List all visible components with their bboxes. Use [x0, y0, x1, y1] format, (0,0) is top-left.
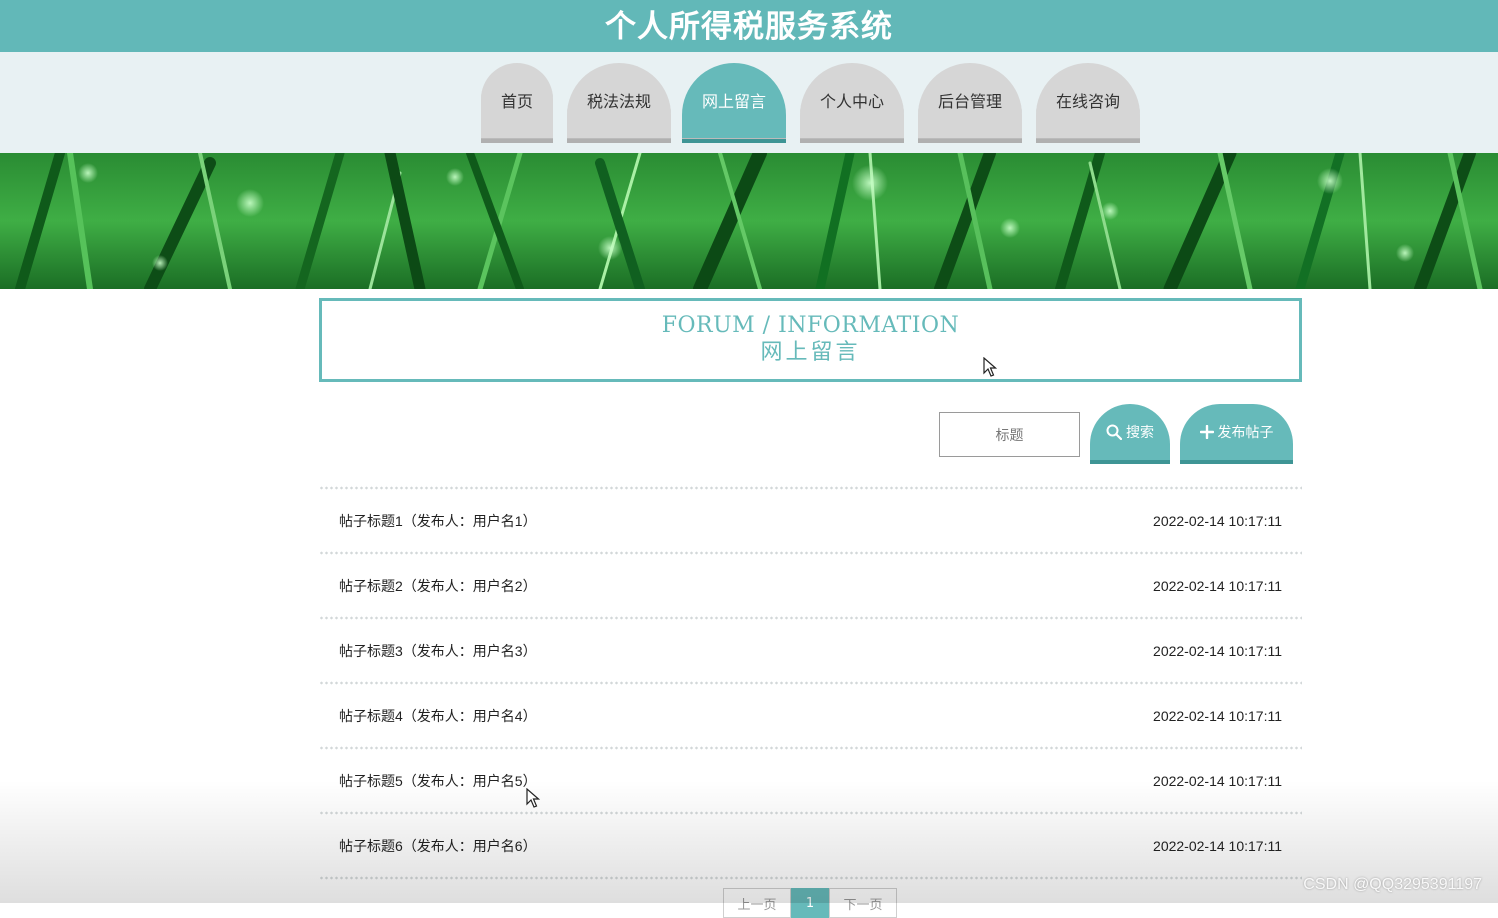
post-title: 帖子标题1（发布人：用户名1）: [339, 512, 537, 529]
post-title: 帖子标题6（发布人：用户名6）: [339, 837, 537, 854]
next-page-button[interactable]: 下一页: [829, 888, 897, 918]
list-item[interactable]: 帖子标题4（发布人：用户名4） 2022-02-14 10:17:11: [319, 685, 1302, 746]
site-title: 个人所得税服务系统: [605, 8, 893, 45]
dotted-divider: [319, 876, 1302, 880]
nav-item-label: 在线咨询: [1055, 92, 1120, 111]
list-item[interactable]: 帖子标题6（发布人：用户名6） 2022-02-14 10:17:11: [319, 815, 1302, 876]
nav-item-tax-law[interactable]: 税法法规: [567, 63, 671, 143]
main-nav: 首页 税法法规 网上留言 个人中心 后台管理 在线咨询: [0, 52, 1498, 153]
search-button-label: 搜索: [1126, 425, 1154, 441]
post-list: 帖子标题1（发布人：用户名1） 2022-02-14 10:17:11 帖子标题…: [319, 486, 1302, 880]
prev-page-button[interactable]: 上一页: [723, 888, 791, 918]
post-title: 帖子标题3（发布人：用户名3）: [339, 642, 537, 659]
nav-item-label: 后台管理: [937, 92, 1002, 111]
section-title-cn: 网上留言: [760, 340, 861, 365]
plus-icon: [1199, 425, 1214, 439]
nav-item-forum[interactable]: 网上留言: [682, 63, 786, 143]
section-title-box: FORUM / INFORMATION 网上留言: [319, 298, 1302, 382]
nav-item-consult[interactable]: 在线咨询: [1036, 63, 1140, 143]
publish-post-label: 发布帖子: [1217, 425, 1274, 441]
post-time: 2022-02-14 10:17:11: [1153, 642, 1282, 659]
page-number-button[interactable]: 1: [791, 888, 829, 918]
list-item[interactable]: 帖子标题1（发布人：用户名1） 2022-02-14 10:17:11: [319, 490, 1302, 551]
nav-item-label: 税法法规: [586, 92, 651, 111]
list-item[interactable]: 帖子标题2（发布人：用户名2） 2022-02-14 10:17:11: [319, 555, 1302, 616]
search-icon: [1106, 424, 1122, 440]
nav-item-label: 个人中心: [819, 92, 884, 111]
nav-item-label: 首页: [500, 92, 533, 111]
post-title: 帖子标题2（发布人：用户名2）: [339, 577, 537, 594]
search-button[interactable]: 搜索: [1090, 404, 1170, 464]
post-time: 2022-02-14 10:17:11: [1153, 837, 1282, 854]
post-time: 2022-02-14 10:17:11: [1153, 512, 1282, 529]
section-title-en: FORUM / INFORMATION: [661, 313, 960, 338]
post-time: 2022-02-14 10:17:11: [1153, 772, 1282, 789]
pagination: 上一页 1 下一页: [723, 888, 897, 918]
watermark-text: CSDN @QQ3295391197: [1303, 876, 1482, 893]
banner-image: [0, 153, 1498, 289]
grass-illustration: [0, 153, 1498, 289]
nav-item-profile[interactable]: 个人中心: [800, 63, 904, 143]
nav-item-admin[interactable]: 后台管理: [918, 63, 1022, 143]
post-time: 2022-02-14 10:17:11: [1153, 707, 1282, 724]
post-title: 帖子标题5（发布人：用户名5）: [339, 772, 537, 789]
publish-post-button[interactable]: 发布帖子: [1180, 404, 1293, 464]
post-time: 2022-02-14 10:17:11: [1153, 577, 1282, 594]
list-item[interactable]: 帖子标题3（发布人：用户名3） 2022-02-14 10:17:11: [319, 620, 1302, 681]
nav-item-home[interactable]: 首页: [481, 63, 553, 143]
list-item[interactable]: 帖子标题5（发布人：用户名5） 2022-02-14 10:17:11: [319, 750, 1302, 811]
site-header: 个人所得税服务系统: [0, 0, 1498, 52]
post-title: 帖子标题4（发布人：用户名4）: [339, 707, 537, 724]
nav-item-label: 网上留言: [701, 92, 766, 111]
search-input[interactable]: [939, 412, 1080, 457]
